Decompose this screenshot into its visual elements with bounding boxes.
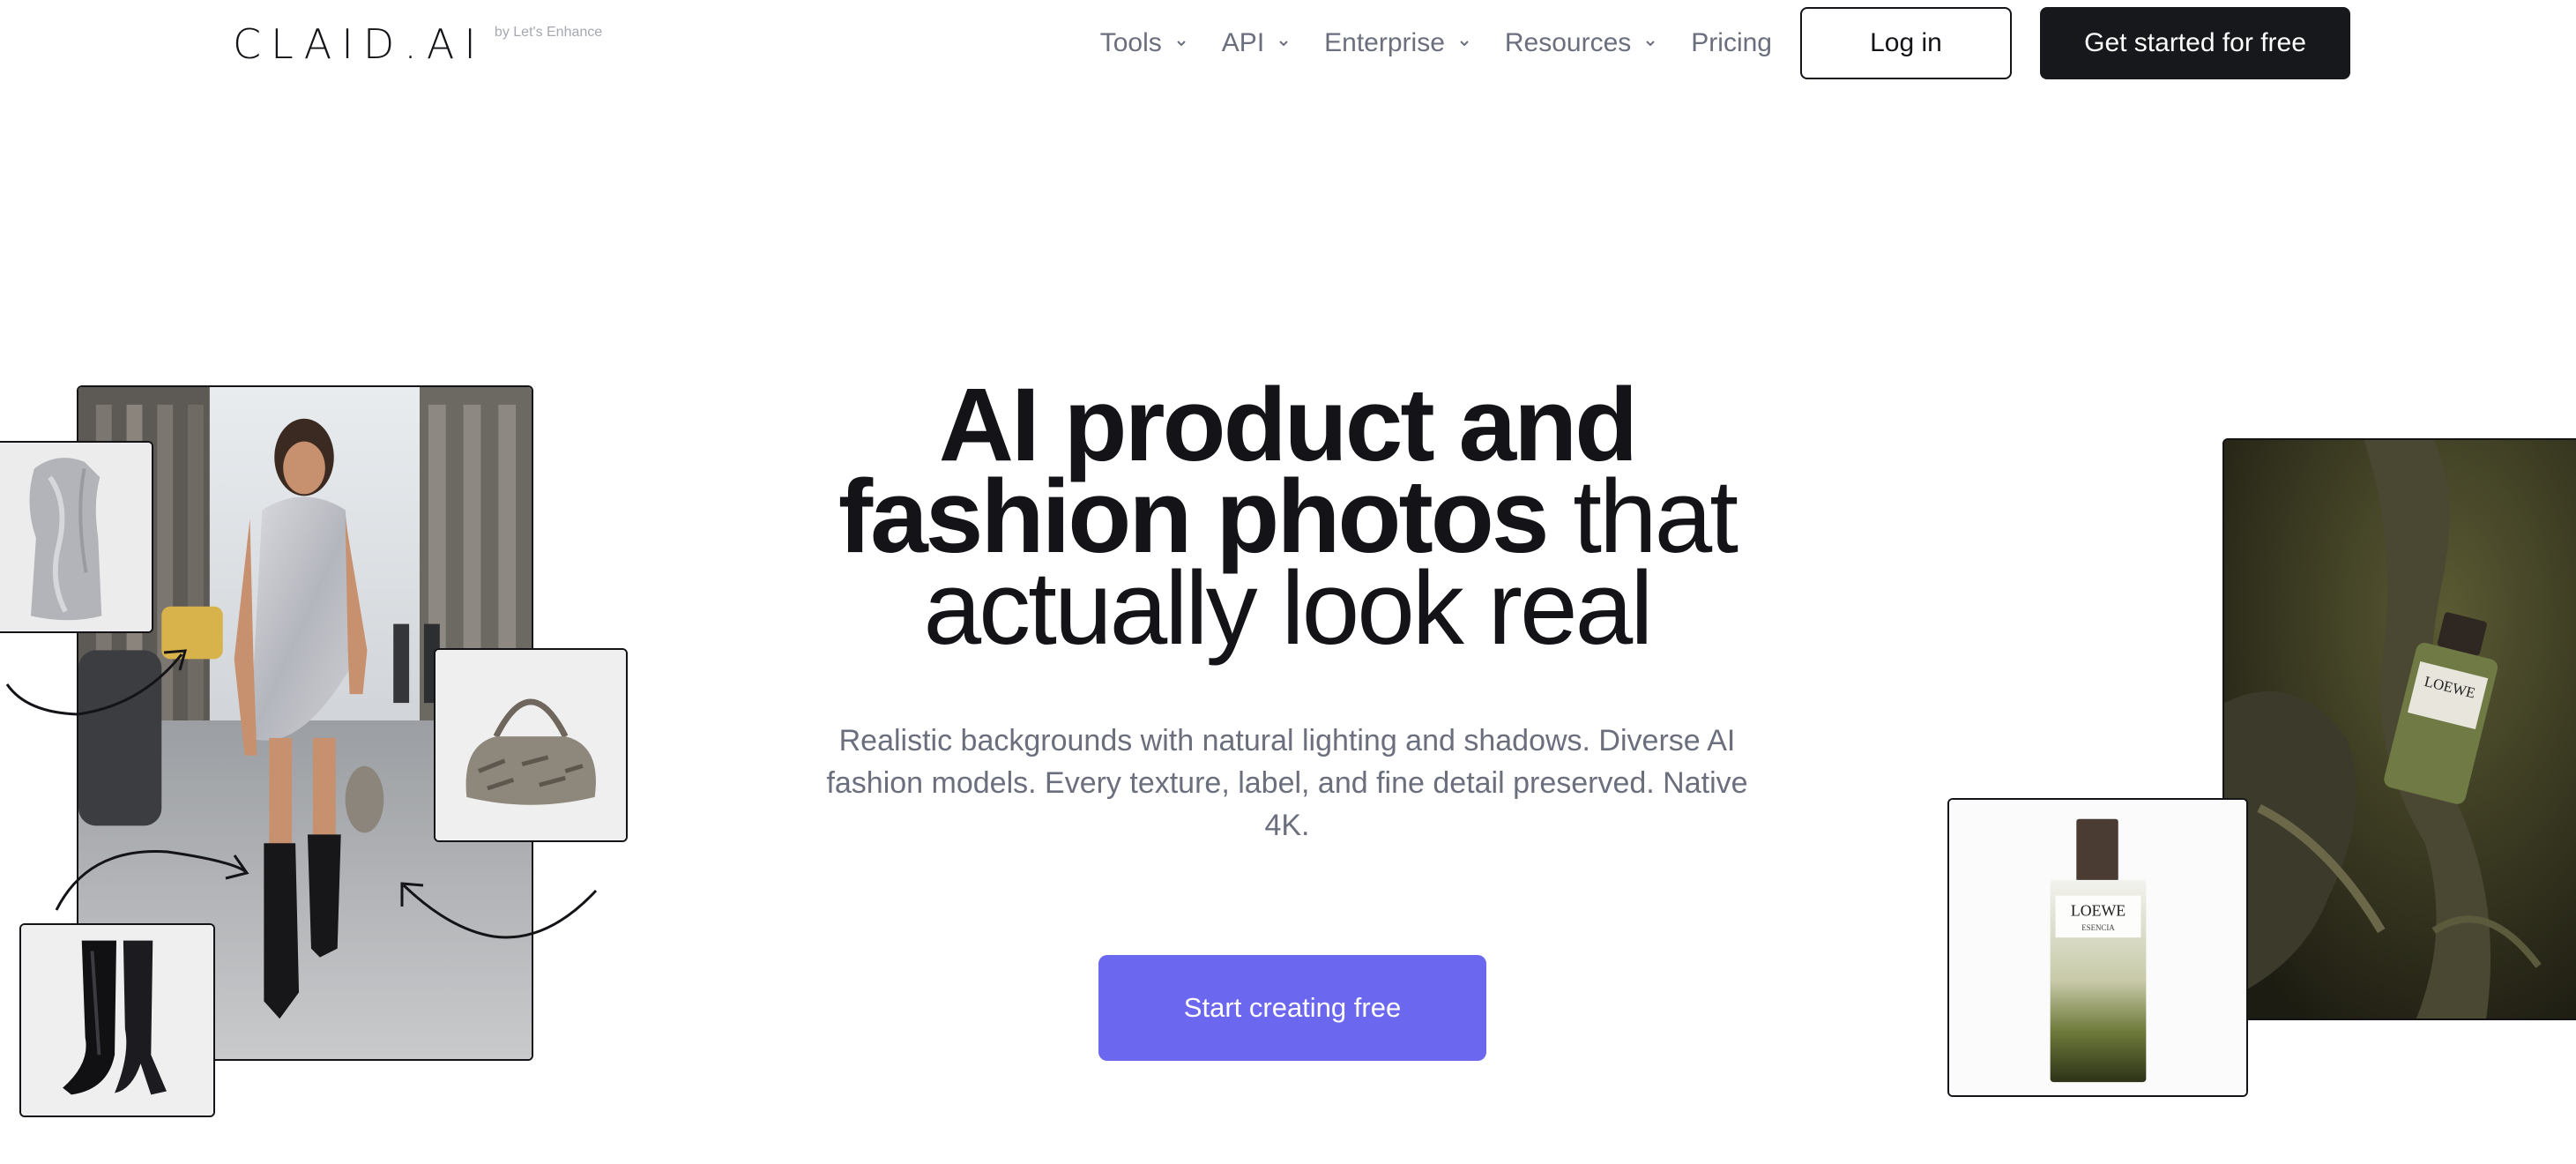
nav-tools[interactable]: Tools xyxy=(1100,28,1188,58)
login-button[interactable]: Log in xyxy=(1800,7,2012,79)
chevron-down-icon xyxy=(1177,41,1186,47)
nav-tools-label: Tools xyxy=(1099,28,1162,57)
perfume-label-text: LOEWE xyxy=(2071,901,2126,919)
boots-product-photo xyxy=(19,923,215,1117)
nav-resources-label: Resources xyxy=(1504,28,1632,57)
chevron-down-icon xyxy=(1646,41,1656,47)
logo[interactable]: CLAID.AI by Let's Enhance xyxy=(233,19,602,69)
arrow-boots-to-model xyxy=(55,850,249,911)
dress-product-photo xyxy=(0,441,153,633)
nav-pricing-label: Pricing xyxy=(1691,28,1772,57)
start-creating-button[interactable]: Start creating free xyxy=(1098,955,1486,1061)
hero-subtitle: Realistic backgrounds with natural light… xyxy=(826,724,1748,842)
perfume-scene-photo: LOEWE xyxy=(2222,438,2576,1020)
perfume-sublabel-text: ESENCIA xyxy=(2081,923,2115,932)
hero-title-line-3: actually look real xyxy=(923,550,1654,667)
logo-wordmark: CLAID.AI xyxy=(233,20,486,68)
main-nav: Tools API Enterprise Resources Pricing L… xyxy=(1100,7,2350,79)
logo-byline: by Let's Enhance xyxy=(494,25,603,40)
nav-resources[interactable]: Resources xyxy=(1505,28,1657,58)
nav-api-label: API xyxy=(1221,28,1265,57)
handbag-product-photo xyxy=(434,648,628,842)
chevron-down-icon xyxy=(1460,41,1469,47)
chevron-down-icon xyxy=(1279,41,1288,47)
arrow-dress-to-model xyxy=(5,649,188,716)
nav-api[interactable]: API xyxy=(1222,28,1291,58)
nav-pricing[interactable]: Pricing xyxy=(1691,28,1772,58)
nav-enterprise-label: Enterprise xyxy=(1324,28,1445,57)
hero: AI product and fashion photos that actua… xyxy=(758,373,1816,847)
hero-title: AI product and fashion photos that actua… xyxy=(758,373,1816,660)
arrow-bag-to-model xyxy=(400,882,598,939)
nav-enterprise[interactable]: Enterprise xyxy=(1324,28,1471,58)
perfume-product-photo: LOEWE ESENCIA xyxy=(1947,798,2248,1097)
get-started-button[interactable]: Get started for free xyxy=(2040,7,2350,79)
